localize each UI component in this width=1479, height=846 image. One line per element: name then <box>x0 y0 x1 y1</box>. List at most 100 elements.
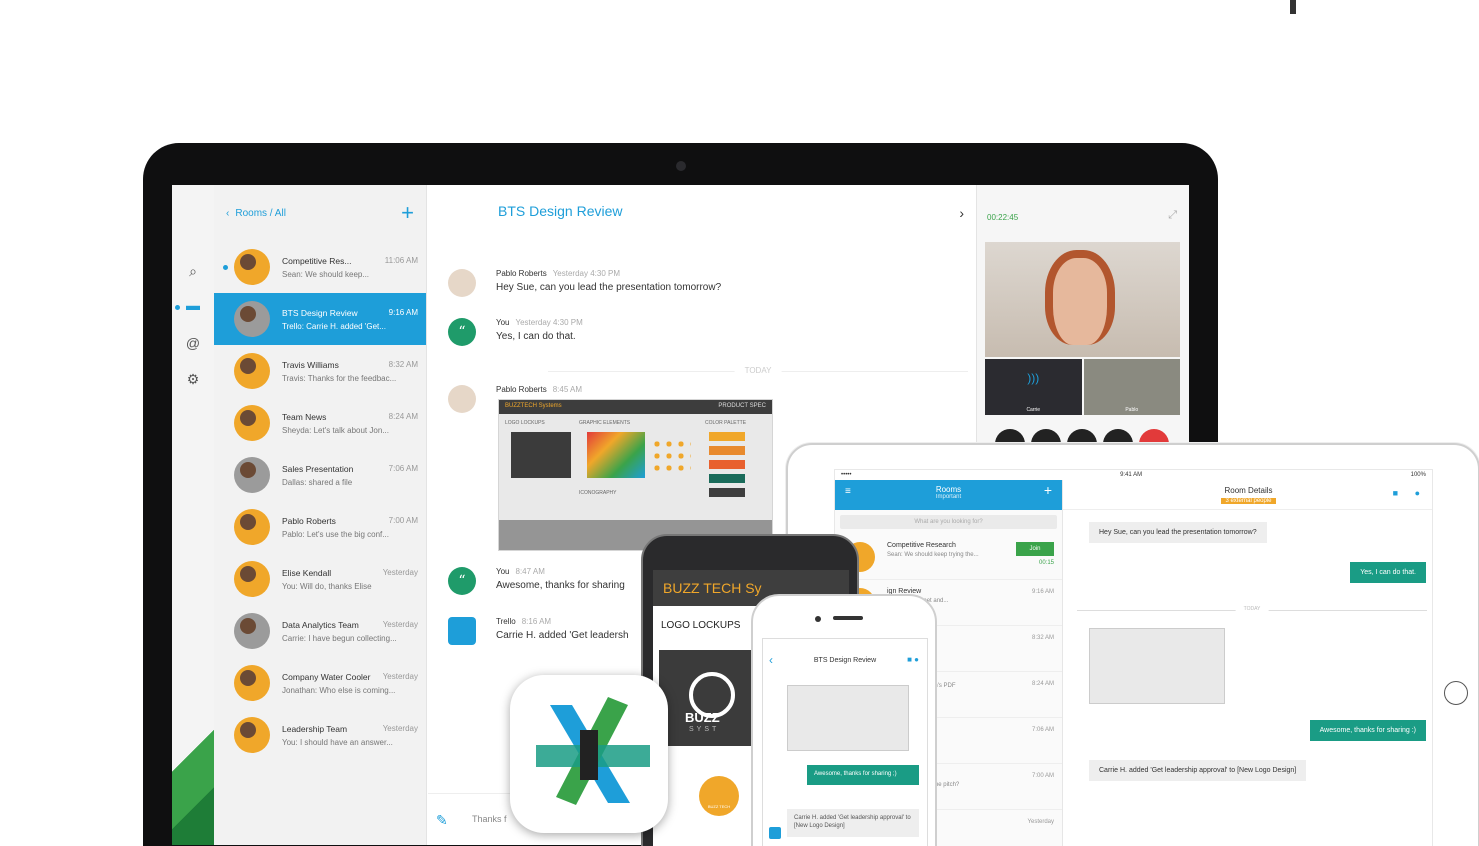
iphone-header: ‹ BTS Design Review ■ ● <box>763 639 927 675</box>
message: Pablo Roberts Yesterday 4:30 PM Hey Sue, … <box>448 269 721 297</box>
search-input[interactable]: What are you looking for? <box>840 515 1057 529</box>
sender: You <box>496 318 510 327</box>
add-room-button[interactable]: + <box>401 200 414 226</box>
back-chevron-icon[interactable]: ‹ <box>226 208 229 219</box>
room-item[interactable]: Leadership Team Yesterday You: I should ha… <box>214 709 426 761</box>
room-item[interactable]: Data Analytics Team Yesterday Carrie: I ha… <box>214 605 426 657</box>
room-item[interactable]: Pablo Roberts 7:00 AM Pablo: Let's use the… <box>214 501 426 553</box>
file-label-graphic: GRAPHIC ELEMENTS <box>579 420 631 426</box>
avatar <box>234 457 270 493</box>
avatar <box>234 665 270 701</box>
room-preview: Trello: Carrie H. added 'Get... <box>282 321 386 331</box>
room-name: BTS Design Review <box>282 307 358 318</box>
message: “ You 8:47 AM Awesome, thanks for sharing <box>448 567 625 595</box>
timestamp: Yesterday 4:30 PM <box>552 269 621 278</box>
join-button[interactable]: Join <box>1016 542 1054 556</box>
avatar <box>234 249 270 285</box>
room-name: Company Water Cooler <box>282 671 371 682</box>
wordmark-sub: SYST <box>689 726 720 733</box>
message-bubble: Awesome, thanks for sharing :) <box>1309 720 1426 741</box>
tablet-room-item[interactable]: Competitive Research Sean: We should keep… <box>835 534 1062 580</box>
thumb-name: Carrie <box>1026 407 1041 413</box>
video-icon[interactable]: ■ <box>1393 488 1398 498</box>
gear-icon[interactable]: ⚙ <box>184 371 202 388</box>
file-label-palette: COLOR PALETTE <box>705 420 747 426</box>
day-divider: TODAY <box>1077 606 1427 612</box>
tablet-rooms-title: Rooms <box>935 485 962 494</box>
room-time: 9:16 AM <box>388 307 418 317</box>
back-chevron-icon[interactable]: ‹ <box>769 653 773 667</box>
add-room-button[interactable]: + <box>1044 482 1052 498</box>
message-text: Carrie H. added 'Get leadersh <box>496 630 629 641</box>
swatch <box>709 474 745 483</box>
sender: Pablo Roberts <box>496 269 547 278</box>
room-time: 7:00 AM <box>388 515 418 525</box>
message-input[interactable]: Thanks f <box>472 814 507 824</box>
room-time: 8:24 AM <box>388 411 418 421</box>
details-title: Room Details <box>1224 486 1273 495</box>
message: “ You Yesterday 4:30 PM Yes, I can do tha… <box>448 318 583 346</box>
message-bubble: Carrie H. added 'Get leadership approval… <box>1089 760 1307 781</box>
tablet-details: Room Details 3 external people ■ ● Hey S… <box>1063 470 1432 846</box>
message-bubble: Yes, I can do that. <box>1350 562 1426 583</box>
timestamp: 8:16 AM <box>521 617 552 626</box>
thumb-carrie[interactable]: ))) Carrie <box>985 359 1082 415</box>
room-item[interactable]: Competitive Res... 11:06 AM Sean: We shoul… <box>214 241 426 293</box>
badge-text: BUZZ TECH <box>707 804 731 809</box>
rooms-header: ‹ Rooms / All + <box>214 185 426 241</box>
participant-face <box>1045 250 1115 345</box>
room-item[interactable]: Company Water Cooler Yesterday Jonathan: W… <box>214 657 426 709</box>
swatch <box>709 432 745 441</box>
swatch <box>709 460 745 469</box>
shared-file-preview[interactable]: BUZZTECH Systems PRODUCT SPEC LOGO LOCKUP… <box>498 399 773 551</box>
room-name: Competitive Res... <box>282 255 352 266</box>
room-item[interactable]: Elise Kendall Yesterday You: Will do, than… <box>214 553 426 605</box>
info-icon[interactable]: ● <box>1415 488 1420 498</box>
nav-rail: ⌕ ▬ @ ⚙ <box>172 185 214 845</box>
file-label-icon: ICONOGRAPHY <box>579 490 617 496</box>
status-time: 9:41 AM <box>1120 472 1143 478</box>
day-divider-label: TODAY <box>734 366 782 375</box>
room-item[interactable]: Team News 8:24 AM Sheyda: Let's talk about… <box>214 397 426 449</box>
avatar <box>234 561 270 597</box>
breadcrumb[interactable]: Rooms / All <box>235 208 401 219</box>
shared-file-preview[interactable] <box>787 685 909 751</box>
trello-icon <box>769 827 781 839</box>
video-icon[interactable]: ■ ● <box>907 655 919 664</box>
room-item[interactable]: Sales Presentation 7:06 AM Dallas: shared … <box>214 449 426 501</box>
room-time: 7:06 AM <box>388 463 418 473</box>
home-button[interactable] <box>1444 681 1468 705</box>
room-time: 11:06 AM <box>384 255 418 265</box>
paperclip-icon[interactable]: ✎ <box>436 812 448 829</box>
day-divider-label: TODAY <box>1235 606 1269 612</box>
room-name: Pablo Roberts <box>282 515 336 526</box>
room-time: Yesterday <box>382 619 418 629</box>
room-item[interactable]: BTS Design Review 9:16 AM Trello: Carrie H… <box>214 293 426 345</box>
mention-icon[interactable]: @ <box>184 335 202 351</box>
hex-graphic <box>651 438 691 472</box>
shared-file-preview[interactable] <box>1089 628 1225 704</box>
chevron-right-icon[interactable]: › <box>959 205 964 221</box>
audio-wave-icon: ))) <box>1027 371 1040 385</box>
room-item[interactable]: Travis Williams 8:32 AM Travis: Thanks for… <box>214 345 426 397</box>
call-duration: 00:15 <box>1038 560 1054 566</box>
thumb-pablo[interactable]: Pablo <box>1083 359 1180 415</box>
room-title: BTS Design Review <box>498 203 623 219</box>
room-name: Leadership Team <box>282 723 348 734</box>
file-label-logos: LOGO LOCKUPS <box>505 420 545 426</box>
iphone-screen: ‹ BTS Design Review ■ ● Awesome, thanks … <box>762 638 928 846</box>
room-preview: Pablo: Let's use the big conf... <box>282 529 389 539</box>
expand-icon[interactable]: ⤢ <box>1168 209 1177 222</box>
timestamp: Yesterday 4:30 PM <box>515 318 583 327</box>
swatch <box>709 446 745 455</box>
app-icon[interactable] <box>510 675 668 833</box>
spark-logo-icon <box>536 697 650 805</box>
top-mark <box>1290 0 1296 14</box>
logo-lockup <box>511 432 571 478</box>
search-icon[interactable]: ⌕ <box>184 263 202 280</box>
chat-icon[interactable]: ▬ <box>184 297 202 313</box>
room-name: Data Analytics Team <box>282 619 359 630</box>
swatch <box>709 488 745 497</box>
avatar <box>448 385 476 413</box>
avatar <box>234 509 270 545</box>
